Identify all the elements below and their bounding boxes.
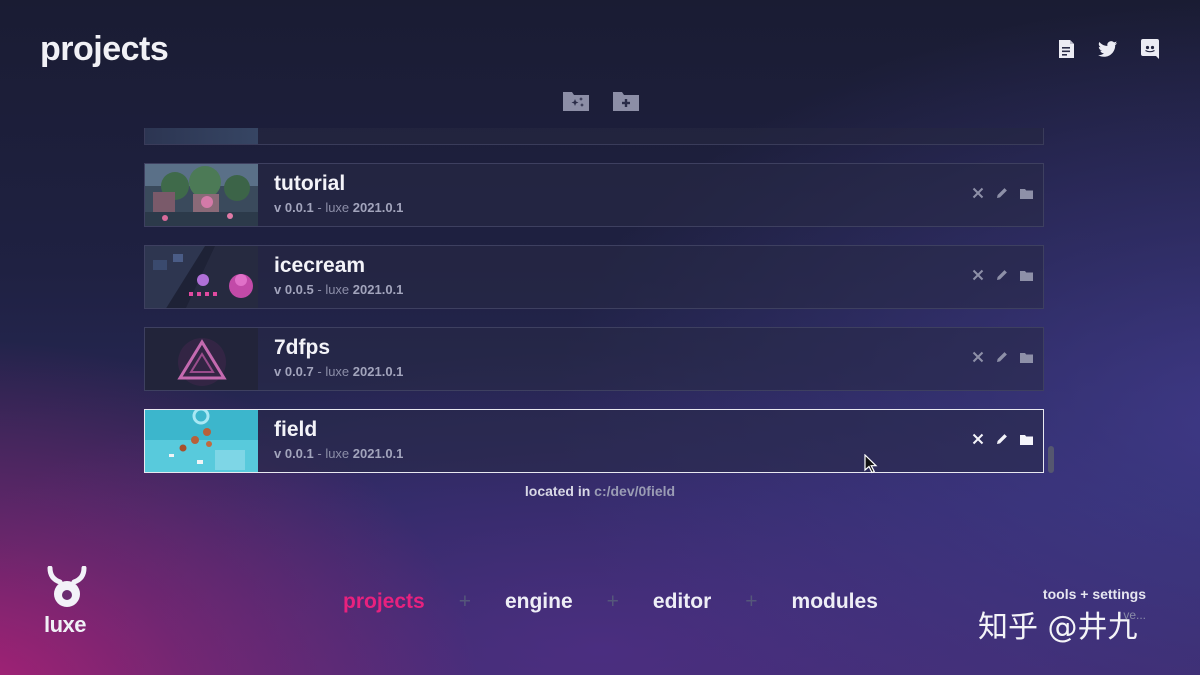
project-thumbnail — [145, 410, 258, 472]
folder-actions — [562, 88, 640, 112]
tab-projects[interactable]: projects — [343, 590, 425, 614]
project-name: field — [274, 418, 318, 441]
project-thumbnail — [145, 164, 258, 226]
edit-icon[interactable] — [995, 268, 1009, 282]
remove-icon[interactable] — [971, 268, 985, 282]
tab-editor[interactable]: editor — [653, 590, 711, 614]
notes-icon[interactable] — [1056, 38, 1076, 60]
project-actions — [971, 350, 1033, 364]
list-scrollbar[interactable] — [1048, 446, 1054, 473]
project-thumbnail — [145, 328, 258, 390]
project-meta: v 0.0.1 - luxe 2021.0.1 — [274, 446, 404, 461]
remove-icon[interactable] — [971, 186, 985, 200]
project-thumbnail — [145, 128, 258, 144]
tab-engine[interactable]: engine — [505, 590, 573, 614]
project-row-icecream[interactable]: icecream v 0.0.5 - luxe 2021.0.1 — [144, 245, 1044, 309]
project-meta: v 0.0.1 - luxe 2021.0.1 — [274, 200, 404, 215]
tools-settings-link[interactable]: tools + settings — [1043, 586, 1146, 602]
project-thumbnail — [145, 246, 258, 308]
page-title: projects — [40, 30, 169, 68]
project-actions — [971, 432, 1033, 446]
project-row-partial[interactable] — [144, 128, 1044, 145]
edit-icon[interactable] — [995, 350, 1009, 364]
project-actions — [971, 268, 1033, 282]
top-icon-bar — [1056, 38, 1160, 60]
nav-separator: + — [745, 590, 758, 613]
logo-text: luxe — [44, 612, 87, 637]
main-nav: projects + engine + editor + modules — [343, 590, 878, 614]
tab-modules[interactable]: modules — [792, 590, 878, 614]
mouse-cursor-icon — [864, 453, 878, 479]
folder-icon[interactable] — [1019, 350, 1033, 364]
luxe-logo-icon — [44, 565, 92, 617]
add-folder-icon[interactable] — [612, 88, 640, 112]
remove-icon[interactable] — [971, 350, 985, 364]
project-name: icecream — [274, 254, 366, 277]
new-project-folder-icon[interactable] — [562, 88, 590, 112]
project-row-7dfps[interactable]: 7dfps v 0.0.7 - luxe 2021.0.1 — [144, 327, 1044, 391]
project-meta: v 0.0.5 - luxe 2021.0.1 — [274, 282, 404, 297]
remove-icon[interactable] — [971, 432, 985, 446]
nav-separator: + — [606, 590, 619, 613]
project-path: c:/dev/0field — [594, 483, 676, 499]
twitter-icon[interactable] — [1098, 38, 1118, 60]
project-list[interactable]: tutorial v 0.0.1 - luxe 2021.0.1 icecrea… — [144, 128, 1044, 478]
folder-icon[interactable] — [1019, 268, 1033, 282]
project-actions — [971, 186, 1033, 200]
folder-icon[interactable] — [1019, 186, 1033, 200]
project-row-field[interactable]: field v 0.0.1 - luxe 2021.0.1 — [144, 409, 1044, 473]
project-row-tutorial[interactable]: tutorial v 0.0.1 - luxe 2021.0.1 — [144, 163, 1044, 227]
watermark-text: 知乎 @井九 — [978, 610, 1138, 645]
project-name: 7dfps — [274, 336, 331, 359]
project-name: tutorial — [274, 172, 346, 195]
discord-icon[interactable] — [1140, 38, 1160, 60]
project-location: located in c:/dev/0field — [524, 483, 676, 499]
folder-icon[interactable] — [1019, 432, 1033, 446]
project-meta: v 0.0.7 - luxe 2021.0.1 — [274, 364, 404, 379]
nav-separator: + — [458, 590, 471, 613]
edit-icon[interactable] — [995, 432, 1009, 446]
edit-icon[interactable] — [995, 186, 1009, 200]
